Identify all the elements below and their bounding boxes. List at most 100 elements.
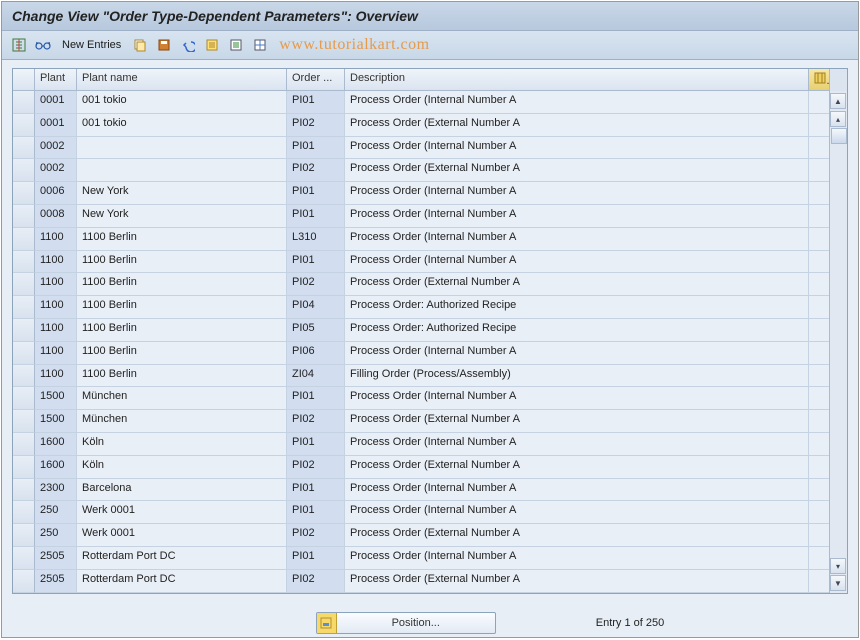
cell-description[interactable]: Process Order (External Number A — [345, 456, 809, 479]
cell-description[interactable]: Process Order (Internal Number A — [345, 182, 809, 205]
table-row[interactable]: 250Werk 0001PI02Process Order (External … — [13, 524, 829, 547]
cell-description[interactable]: Process Order (Internal Number A — [345, 433, 809, 456]
cell-order[interactable]: PI02 — [287, 570, 345, 593]
cell-plant-name[interactable]: 1100 Berlin — [77, 228, 287, 251]
cell-plant[interactable]: 1100 — [35, 228, 77, 251]
table-row[interactable]: 2300BarcelonaPI01Process Order (Internal… — [13, 479, 829, 502]
cell-order[interactable]: PI02 — [287, 456, 345, 479]
table-row[interactable]: 1600KölnPI02Process Order (External Numb… — [13, 456, 829, 479]
cell-description[interactable]: Process Order (External Number A — [345, 524, 809, 547]
cell-order[interactable]: PI01 — [287, 182, 345, 205]
table-row[interactable]: 11001100 BerlinZI04Filling Order (Proces… — [13, 365, 829, 388]
row-selector[interactable] — [13, 410, 35, 433]
cell-order[interactable]: PI02 — [287, 410, 345, 433]
cell-plant[interactable]: 0002 — [35, 159, 77, 182]
cell-plant[interactable]: 250 — [35, 524, 77, 547]
table-row[interactable]: 1500MünchenPI02Process Order (External N… — [13, 410, 829, 433]
table-row[interactable]: 0001001 tokioPI02Process Order (External… — [13, 114, 829, 137]
cell-order[interactable]: L310 — [287, 228, 345, 251]
cell-description[interactable]: Process Order: Authorized Recipe — [345, 319, 809, 342]
cell-plant[interactable]: 1100 — [35, 296, 77, 319]
table-row[interactable]: 11001100 BerlinPI06Process Order (Intern… — [13, 342, 829, 365]
table-row[interactable]: 1600KölnPI01Process Order (Internal Numb… — [13, 433, 829, 456]
cell-order[interactable]: PI01 — [287, 387, 345, 410]
table-row[interactable]: 0008New YorkPI01Process Order (Internal … — [13, 205, 829, 228]
cell-order[interactable]: PI05 — [287, 319, 345, 342]
cell-description[interactable]: Process Order (External Number A — [345, 159, 809, 182]
save-variant-icon[interactable] — [155, 36, 173, 54]
cell-plant[interactable]: 1500 — [35, 410, 77, 433]
cell-plant[interactable]: 1100 — [35, 342, 77, 365]
table-row[interactable]: 11001100 BerlinPI01Process Order (Intern… — [13, 251, 829, 274]
cell-plant[interactable]: 1100 — [35, 251, 77, 274]
cell-order[interactable]: PI06 — [287, 342, 345, 365]
cell-plant[interactable]: 0006 — [35, 182, 77, 205]
cell-plant-name[interactable] — [77, 159, 287, 182]
cell-description[interactable]: Process Order (Internal Number A — [345, 342, 809, 365]
copy-icon[interactable] — [131, 36, 149, 54]
table-row[interactable]: 11001100 BerlinPI05Process Order: Author… — [13, 319, 829, 342]
col-plant[interactable]: Plant — [35, 69, 77, 90]
cell-plant[interactable]: 1100 — [35, 365, 77, 388]
row-selector[interactable] — [13, 137, 35, 160]
cell-plant[interactable]: 0008 — [35, 205, 77, 228]
new-entries-button[interactable]: New Entries — [58, 35, 125, 55]
cell-description[interactable]: Filling Order (Process/Assembly) — [345, 365, 809, 388]
cell-order[interactable]: PI01 — [287, 479, 345, 502]
row-selector[interactable] — [13, 182, 35, 205]
cell-order[interactable]: PI02 — [287, 114, 345, 137]
scroll-bottom-icon[interactable]: ▼ — [830, 575, 846, 591]
cell-plant[interactable]: 1100 — [35, 273, 77, 296]
cell-order[interactable]: PI01 — [287, 547, 345, 570]
cell-description[interactable]: Process Order (Internal Number A — [345, 205, 809, 228]
row-selector[interactable] — [13, 251, 35, 274]
row-selector[interactable] — [13, 159, 35, 182]
cell-plant-name[interactable]: Barcelona — [77, 479, 287, 502]
cell-plant[interactable]: 0001 — [35, 91, 77, 114]
cell-plant-name[interactable] — [77, 137, 287, 160]
row-selector[interactable] — [13, 547, 35, 570]
row-selector[interactable] — [13, 387, 35, 410]
cell-plant-name[interactable]: Köln — [77, 456, 287, 479]
col-order[interactable]: Order ... — [287, 69, 345, 90]
row-selector[interactable] — [13, 570, 35, 593]
cell-description[interactable]: Process Order (Internal Number A — [345, 91, 809, 114]
cell-order[interactable]: PI02 — [287, 159, 345, 182]
cell-description[interactable]: Process Order (Internal Number A — [345, 547, 809, 570]
cell-description[interactable]: Process Order (External Number A — [345, 273, 809, 296]
cell-plant[interactable]: 2505 — [35, 547, 77, 570]
row-selector[interactable] — [13, 365, 35, 388]
cell-plant[interactable]: 1600 — [35, 433, 77, 456]
col-description[interactable]: Description — [345, 69, 809, 90]
row-selector[interactable] — [13, 273, 35, 296]
glasses-icon[interactable] — [34, 36, 52, 54]
cell-plant[interactable]: 2505 — [35, 570, 77, 593]
position-button[interactable]: Position... — [316, 612, 496, 634]
cell-order[interactable]: PI01 — [287, 91, 345, 114]
configure-columns-icon[interactable] — [809, 69, 829, 90]
row-selector[interactable] — [13, 296, 35, 319]
cell-description[interactable]: Process Order (External Number A — [345, 114, 809, 137]
cell-plant-name[interactable]: Köln — [77, 433, 287, 456]
cell-plant[interactable]: 1500 — [35, 387, 77, 410]
cell-plant[interactable]: 0002 — [35, 137, 77, 160]
cell-order[interactable]: PI01 — [287, 433, 345, 456]
scroll-top-icon[interactable]: ▲ — [830, 93, 846, 109]
cell-order[interactable]: PI02 — [287, 524, 345, 547]
cell-description[interactable]: Process Order (Internal Number A — [345, 228, 809, 251]
row-selector[interactable] — [13, 433, 35, 456]
cell-order[interactable]: PI02 — [287, 273, 345, 296]
col-plant-name[interactable]: Plant name — [77, 69, 287, 90]
cell-description[interactable]: Process Order (Internal Number A — [345, 479, 809, 502]
cell-plant[interactable]: 250 — [35, 501, 77, 524]
row-selector[interactable] — [13, 456, 35, 479]
table-row[interactable]: 1500MünchenPI01Process Order (Internal N… — [13, 387, 829, 410]
row-selector[interactable] — [13, 479, 35, 502]
row-selector[interactable] — [13, 342, 35, 365]
cell-plant-name[interactable]: Werk 0001 — [77, 501, 287, 524]
table-row[interactable]: 2505Rotterdam Port DCPI02Process Order (… — [13, 570, 829, 593]
table-row[interactable]: 0006New YorkPI01Process Order (Internal … — [13, 182, 829, 205]
cell-plant-name[interactable]: 001 tokio — [77, 114, 287, 137]
cell-order[interactable]: ZI04 — [287, 365, 345, 388]
table-row[interactable]: 11001100 BerlinPI04Process Order: Author… — [13, 296, 829, 319]
